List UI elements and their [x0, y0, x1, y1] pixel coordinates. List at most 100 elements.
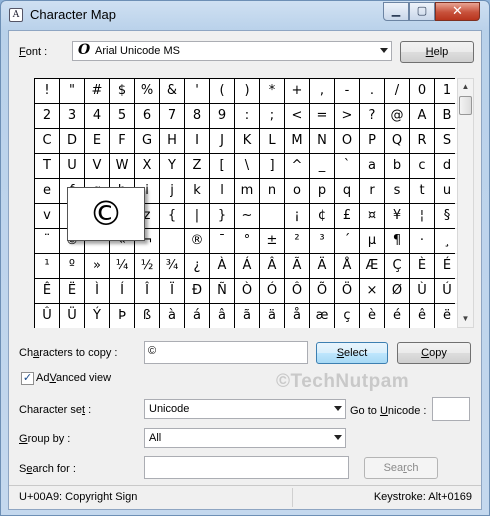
- character-cell[interactable]: M: [285, 129, 309, 153]
- character-cell[interactable]: Ð: [185, 279, 209, 303]
- character-cell[interactable]: R: [410, 129, 434, 153]
- character-cell[interactable]: }: [210, 204, 234, 228]
- character-cell[interactable]: ': [185, 79, 209, 103]
- character-cell[interactable]: r: [360, 179, 384, 203]
- character-cell[interactable]: \: [235, 154, 259, 178]
- character-cell[interactable]: =: [310, 104, 334, 128]
- maximize-button[interactable]: ▢: [409, 2, 435, 21]
- advanced-view-checkbox[interactable]: ✓: [21, 372, 34, 385]
- character-cell[interactable]: ¢: [310, 204, 334, 228]
- character-cell[interactable]: º: [60, 254, 84, 278]
- character-cell[interactable]: Å: [335, 254, 359, 278]
- character-cell[interactable]: Ø: [385, 279, 409, 303]
- character-cell[interactable]: å: [285, 304, 309, 328]
- character-cell[interactable]: µ: [360, 229, 384, 253]
- character-cell[interactable]: @: [385, 104, 409, 128]
- character-cell[interactable]: Ö: [335, 279, 359, 303]
- character-cell[interactable]: [260, 204, 284, 228]
- character-cell[interactable]: e: [35, 179, 59, 203]
- character-cell[interactable]: j: [160, 179, 184, 203]
- character-cell[interactable]: U: [60, 154, 84, 178]
- character-cell[interactable]: à: [160, 304, 184, 328]
- character-cell[interactable]: C: [35, 129, 59, 153]
- character-cell[interactable]: 6: [135, 104, 159, 128]
- character-cell[interactable]: ,: [310, 79, 334, 103]
- character-cell[interactable]: Y: [160, 154, 184, 178]
- character-cell[interactable]: ~: [235, 204, 259, 228]
- character-cell[interactable]: &: [160, 79, 184, 103]
- character-cell[interactable]: Ú: [435, 279, 459, 303]
- copy-button[interactable]: Copy: [397, 342, 471, 364]
- character-cell[interactable]: -: [335, 79, 359, 103]
- character-cell[interactable]: ¨: [35, 229, 59, 253]
- character-cell[interactable]: I: [185, 129, 209, 153]
- character-cell[interactable]: Û: [35, 304, 59, 328]
- character-cell[interactable]: ä: [260, 304, 284, 328]
- minimize-button[interactable]: ▁: [383, 2, 409, 21]
- character-cell[interactable]: 0: [410, 79, 434, 103]
- select-button[interactable]: Select: [316, 342, 388, 364]
- character-cell[interactable]: H: [160, 129, 184, 153]
- character-cell[interactable]: °: [235, 229, 259, 253]
- character-cell[interactable]: ¥: [385, 204, 409, 228]
- character-cell[interactable]: ½: [135, 254, 159, 278]
- character-cell[interactable]: Q: [385, 129, 409, 153]
- character-cell[interactable]: »: [85, 254, 109, 278]
- character-cell[interactable]: $: [110, 79, 134, 103]
- character-cell[interactable]: p: [310, 179, 334, 203]
- character-cell[interactable]: ): [235, 79, 259, 103]
- character-cell[interactable]: Ê: [35, 279, 59, 303]
- character-cell[interactable]: ¸: [435, 229, 459, 253]
- character-cell[interactable]: .: [360, 79, 384, 103]
- character-cell[interactable]: Ë: [60, 279, 84, 303]
- scroll-down-icon[interactable]: ▼: [458, 311, 473, 327]
- character-cell[interactable]: ?: [360, 104, 384, 128]
- character-cell[interactable]: ^: [285, 154, 309, 178]
- character-cell[interactable]: ë: [435, 304, 459, 328]
- character-cell[interactable]: Æ: [360, 254, 384, 278]
- character-cell[interactable]: ¾: [160, 254, 184, 278]
- go-to-unicode-input[interactable]: [432, 397, 470, 421]
- character-cell[interactable]: !: [35, 79, 59, 103]
- character-cell[interactable]: ×: [360, 279, 384, 303]
- character-cell[interactable]: 4: [85, 104, 109, 128]
- character-cell[interactable]: 7: [160, 104, 184, 128]
- character-cell[interactable]: o: [285, 179, 309, 203]
- character-cell[interactable]: V: [85, 154, 109, 178]
- character-cell[interactable]: K: [235, 129, 259, 153]
- character-cell[interactable]: Ç: [385, 254, 409, 278]
- title-bar[interactable]: A Character Map ▁ ▢ ✕: [1, 1, 489, 29]
- character-cell[interactable]: 1: [435, 79, 459, 103]
- character-cell[interactable]: B: [435, 104, 459, 128]
- character-cell[interactable]: ¿: [185, 254, 209, 278]
- character-cell[interactable]: ê: [410, 304, 434, 328]
- group-by-dropdown[interactable]: All: [144, 428, 346, 448]
- character-cell[interactable]: È: [410, 254, 434, 278]
- character-cell[interactable]: S: [435, 129, 459, 153]
- character-cell[interactable]: ¶: [385, 229, 409, 253]
- character-cell[interactable]: Á: [235, 254, 259, 278]
- character-cell[interactable]: Ò: [235, 279, 259, 303]
- character-cell[interactable]: ®: [185, 229, 209, 253]
- character-cell[interactable]: Ì: [85, 279, 109, 303]
- character-cell[interactable]: [: [210, 154, 234, 178]
- character-cell[interactable]: k: [185, 179, 209, 203]
- character-cell[interactable]: Õ: [310, 279, 334, 303]
- characters-to-copy-input[interactable]: ©: [144, 341, 308, 364]
- character-cell[interactable]: Ü: [60, 304, 84, 328]
- character-cell[interactable]: E: [85, 129, 109, 153]
- character-cell[interactable]: l: [210, 179, 234, 203]
- character-cell[interactable]: %: [135, 79, 159, 103]
- character-cell[interactable]: æ: [310, 304, 334, 328]
- character-set-dropdown[interactable]: Unicode: [144, 399, 346, 419]
- character-cell[interactable]: ß: [135, 304, 159, 328]
- character-cell[interactable]: O: [335, 129, 359, 153]
- character-cell[interactable]: ç: [335, 304, 359, 328]
- character-cell[interactable]: Ã: [285, 254, 309, 278]
- character-cell[interactable]: â: [210, 304, 234, 328]
- character-cell[interactable]: Ï: [160, 279, 184, 303]
- character-cell[interactable]: {: [160, 204, 184, 228]
- character-cell[interactable]: Ô: [285, 279, 309, 303]
- character-cell[interactable]: ´: [335, 229, 359, 253]
- character-cell[interactable]: n: [260, 179, 284, 203]
